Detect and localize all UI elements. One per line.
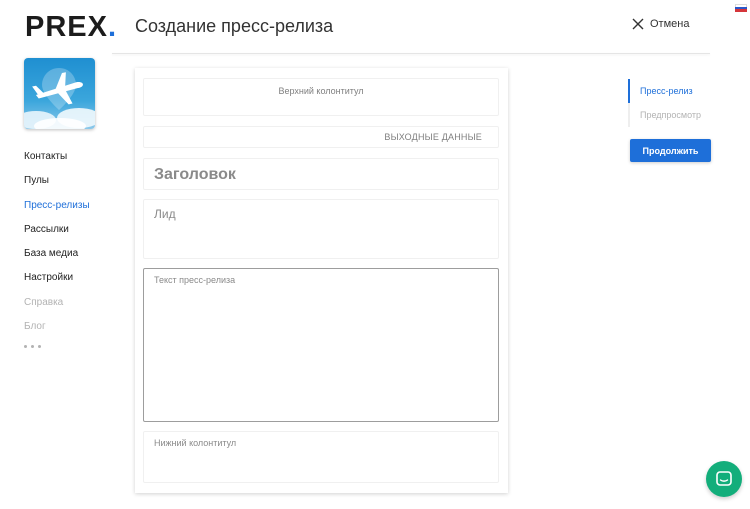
sidebar-item-media-base[interactable]: База медиа bbox=[24, 247, 90, 271]
title-field[interactable]: Заголовок bbox=[143, 158, 499, 190]
sidebar-item-mailings[interactable]: Рассылки bbox=[24, 223, 90, 247]
header-divider bbox=[112, 53, 710, 54]
brand-name: PREX bbox=[25, 11, 108, 43]
more-dots-icon[interactable] bbox=[24, 345, 41, 348]
steps-nav: Пресс-релиз Предпросмотр bbox=[628, 79, 701, 127]
output-data-field[interactable]: ВЫХОДНЫЕ ДАННЫЕ bbox=[143, 126, 499, 148]
footer-field[interactable]: Нижний колонтитул bbox=[143, 431, 499, 483]
body-textarea[interactable]: Текст пресс-релиза bbox=[143, 268, 499, 422]
step-press-release[interactable]: Пресс-релиз bbox=[628, 79, 701, 103]
cancel-label: Отмена bbox=[650, 18, 690, 30]
lead-field[interactable]: Лид bbox=[143, 199, 499, 259]
sidebar-item-pools[interactable]: Пулы bbox=[24, 174, 90, 198]
sidebar-item-blog[interactable]: Блог bbox=[24, 320, 90, 344]
step-preview[interactable]: Предпросмотр bbox=[628, 103, 701, 127]
avatar[interactable] bbox=[24, 58, 95, 129]
press-release-editor: Верхний колонтитул ВЫХОДНЫЕ ДАННЫЕ Загол… bbox=[135, 68, 508, 493]
header-field[interactable]: Верхний колонтитул bbox=[143, 78, 499, 116]
chat-button[interactable] bbox=[706, 461, 742, 497]
close-icon bbox=[632, 18, 644, 30]
sidebar-item-press-releases[interactable]: Пресс-релизы bbox=[24, 199, 90, 223]
brand-logo[interactable]: PREX. bbox=[25, 11, 117, 44]
sidebar-item-settings[interactable]: Настройки bbox=[24, 271, 90, 295]
continue-button[interactable]: Продолжить bbox=[630, 139, 711, 162]
brand-dot: . bbox=[107, 11, 118, 43]
sidebar-nav: Контакты Пулы Пресс-релизы Рассылки База… bbox=[24, 150, 90, 344]
sidebar-item-help[interactable]: Справка bbox=[24, 296, 90, 320]
cancel-button[interactable]: Отмена bbox=[632, 18, 689, 30]
sidebar-item-contacts[interactable]: Контакты bbox=[24, 150, 90, 174]
page-title: Создание пресс-релиза bbox=[135, 16, 334, 36]
chat-icon bbox=[716, 471, 732, 486]
ru-flag-icon[interactable] bbox=[735, 4, 747, 12]
airplane-icon bbox=[24, 58, 95, 129]
